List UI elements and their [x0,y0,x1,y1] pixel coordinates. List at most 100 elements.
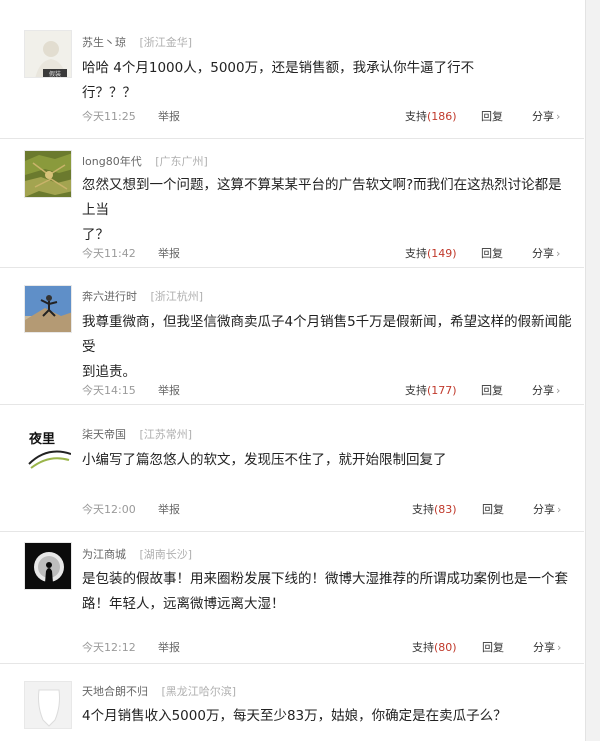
share-button[interactable]: 分享 › [532,108,560,124]
avatar-default-icon [25,682,71,728]
support-label: 支持 [412,641,434,654]
username-link[interactable]: 奔六进行时 [82,290,137,303]
comment-item: 天地合朗不归 [黑龙江哈尔滨] 4个月销售收入5000万，每天至少83万，姑娘，… [0,664,584,741]
report-link[interactable]: 举报 [158,501,180,517]
comment-text-line: 是包装的假故事！用来圈粉发展下线的！微博大湿推荐的所谓成功案例也是一个套 [82,571,568,587]
share-label: 分享 [532,247,554,260]
chevron-right-icon: › [556,110,561,123]
support-label: 支持 [405,110,427,123]
reply-button[interactable]: 回复 [482,639,504,655]
username-link[interactable]: 为江商城 [82,548,126,561]
reply-button[interactable]: 回复 [481,245,503,261]
reply-button[interactable]: 回复 [482,501,504,517]
share-label: 分享 [533,641,555,654]
comment-meta: 苏生丶琼 [浙江金华] [82,34,192,50]
share-button[interactable]: 分享 › [532,245,560,261]
avatar-map-icon [25,151,71,197]
support-button[interactable]: 支持(177) [405,382,457,398]
comment-actions: 今天11:25 举报 支持(186) 回复 分享 › [82,108,564,124]
comment-meta: 奔六进行时 [浙江杭州] [82,288,203,304]
report-link[interactable]: 举报 [158,639,180,655]
comment-actions: 今天14:15 举报 支持(177) 回复 分享 › [82,382,564,398]
username-link[interactable]: 柒天帝国 [82,428,126,441]
comment-text: 哈哈 4个月1000人，5000万，还是销售额，我承认你牛逼了行不行？？？ [82,56,502,106]
comment-actions: 今天12:12 举报 支持(80) 回复 分享 › [82,639,564,655]
avatar-silhouette-icon [25,543,71,589]
user-location: [江苏常州] [139,428,193,441]
chevron-right-icon: › [557,641,562,654]
avatar-caption: 假装 [49,71,62,78]
report-link[interactable]: 举报 [158,382,180,398]
support-count: (80) [434,641,457,654]
comment-text: 4个月销售收入5000万，每天至少83万，姑娘，你确定是在卖瓜子么？ [82,704,572,729]
support-count: (149) [427,247,457,260]
username-link[interactable]: long80年代 [82,155,142,168]
user-location: [浙江杭州] [150,290,204,303]
support-count: (186) [427,110,457,123]
comment-time: 今天11:42 [82,247,136,260]
comment-time: 今天14:15 [82,384,136,397]
share-button[interactable]: 分享 › [532,382,560,398]
chevron-right-icon: › [556,247,561,260]
avatar[interactable]: 假装 [24,30,72,78]
comment-actions: 今天12:00 举报 支持(83) 回复 分享 › [82,501,564,517]
support-label: 支持 [405,247,427,260]
share-button[interactable]: 分享 › [533,501,561,517]
comment-text-line: 4个月销售收入5000万，每天至少83万，姑娘，你确定是在卖瓜子么？ [82,708,507,724]
comment-item: 奔六进行时 [浙江杭州] 我尊重微商，但我坚信微商卖瓜子4个月销售5千万是假新闻… [0,268,584,405]
support-button[interactable]: 支持(83) [412,501,457,517]
comment-text: 小编写了篇忽悠人的软文，发现压不住了，就开始限制回复了 [82,448,502,473]
comment-meta: 为江商城 [湖南长沙] [82,546,192,562]
chevron-right-icon: › [557,503,562,516]
share-label: 分享 [532,384,554,397]
comment-text-line: 小编写了篇忽悠人的软文，发现压不住了，就开始限制回复了 [82,452,447,468]
comment-text: 是包装的假故事！用来圈粉发展下线的！微博大湿推荐的所谓成功案例也是一个套 路！年… [82,567,572,617]
comment-time: 今天12:00 [82,503,136,516]
user-location: [黑龙江哈尔滨] [161,685,237,698]
avatar[interactable] [24,285,72,333]
support-button[interactable]: 支持(149) [405,245,457,261]
share-label: 分享 [533,503,555,516]
avatar-climber-icon [25,286,71,332]
comment-time: 今天11:25 [82,110,136,123]
support-count: (83) [434,503,457,516]
comment-item: long80年代 [广东广州] 忽然又想到一个问题，这算不算某某平台的广告软文啊… [0,139,584,268]
scrollbar[interactable] [585,0,600,741]
comment-text-line: 忽然又想到一个问题，这算不算某某平台的广告软文啊?而我们在这热烈讨论都是上当 [82,177,562,218]
comment-text-line: 路！年轻人，远离微博远离大湿！ [82,596,285,612]
comment-text-line: 我尊重微商，但我坚信微商卖瓜子4个月销售5千万是假新闻，希望这样的假新闻能受 [82,314,572,355]
comment-text: 我尊重微商，但我坚信微商卖瓜子4个月销售5千万是假新闻，希望这样的假新闻能受 到… [82,310,572,385]
avatar-moon-icon [28,450,71,469]
support-button[interactable]: 支持(186) [405,108,457,124]
comment-meta: 天地合朗不归 [黑龙江哈尔滨] [82,683,236,699]
support-label: 支持 [412,503,434,516]
user-location: [广东广州] [155,155,208,168]
support-count: (177) [427,384,457,397]
avatar[interactable] [24,542,72,590]
share-label: 分享 [532,110,554,123]
support-label: 支持 [405,384,427,397]
reply-button[interactable]: 回复 [481,382,503,398]
user-location: [湖南长沙] [139,548,193,561]
username-link[interactable]: 天地合朗不归 [82,685,148,698]
comment-item: 夜里 柒天帝国 [江苏常州] 小编写了篇忽悠人的软文，发现压不住了，就开始限制回… [0,405,584,532]
avatar[interactable]: 夜里 [24,423,72,471]
user-location: [浙江金华] [139,36,193,49]
comment-meta: 柒天帝国 [江苏常州] [82,426,192,442]
comment-item: 假装 苏生丶琼 [浙江金华] 哈哈 4个月1000人，5000万，还是销售额，我… [0,0,584,139]
share-button[interactable]: 分享 › [533,639,561,655]
username-link[interactable]: 苏生丶琼 [82,36,126,49]
comment-actions: 今天11:42 举报 支持(149) 回复 分享 › [82,245,564,261]
comment-text: 忽然又想到一个问题，这算不算某某平台的广告软文啊?而我们在这热烈讨论都是上当 了… [82,173,572,248]
report-link[interactable]: 举报 [158,245,180,261]
avatar[interactable] [24,681,72,729]
support-button[interactable]: 支持(80) [412,639,457,655]
comment-item: 为江商城 [湖南长沙] 是包装的假故事！用来圈粉发展下线的！微博大湿推荐的所谓成… [0,532,584,664]
comment-text-line: 哈哈 4个月1000人，5000万，还是销售额，我承认你牛逼了行不行？？？ [82,60,475,101]
chevron-right-icon: › [556,384,561,397]
avatar[interactable] [24,150,72,198]
report-link[interactable]: 举报 [158,108,180,124]
comment-meta: long80年代 [广东广州] [82,153,208,169]
comment-time: 今天12:12 [82,641,136,654]
reply-button[interactable]: 回复 [481,108,503,124]
